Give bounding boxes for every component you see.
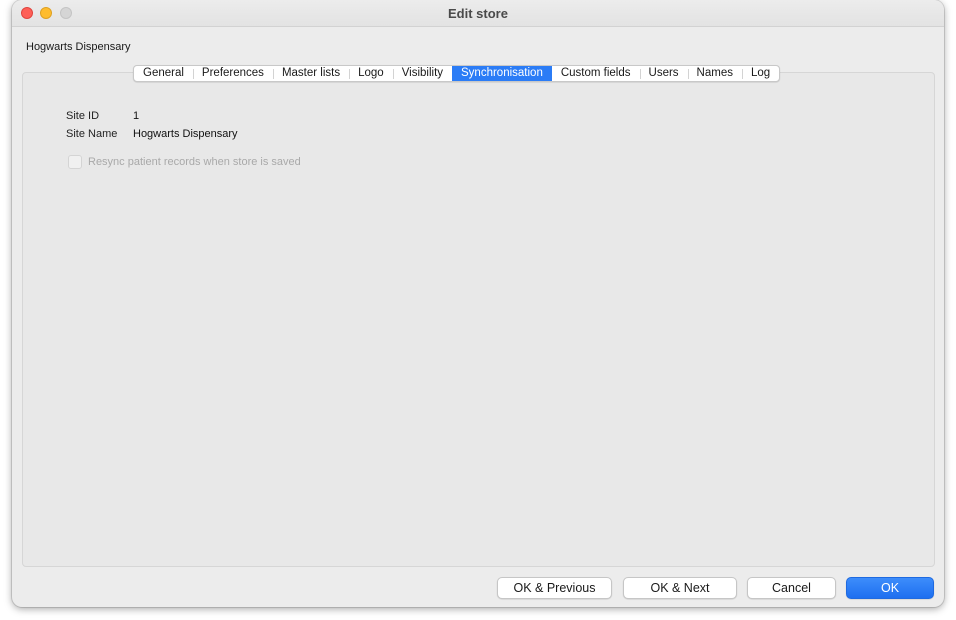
tab-users[interactable]: Users	[639, 66, 688, 81]
ok-previous-button[interactable]: OK & Previous	[497, 577, 612, 599]
tab-master-lists[interactable]: Master lists	[272, 66, 349, 81]
resync-checkbox[interactable]	[68, 155, 82, 169]
tab-logo[interactable]: Logo	[349, 66, 393, 81]
tab-preferences[interactable]: Preferences	[192, 66, 273, 81]
tab-custom-fields[interactable]: Custom fields	[552, 66, 640, 81]
tab-bar: General Preferences Master lists Logo Vi…	[133, 65, 781, 82]
tab-synchronisation[interactable]: Synchronisation	[452, 66, 552, 81]
ok-next-button[interactable]: OK & Next	[623, 577, 737, 599]
tab-log[interactable]: Log	[741, 66, 779, 81]
window-title: Edit store	[448, 6, 508, 21]
store-name-label: Hogwarts Dispensary	[26, 41, 131, 53]
tab-visibility[interactable]: Visibility	[392, 66, 452, 81]
site-id-label: Site ID	[66, 110, 100, 122]
edit-store-window: Edit store Hogwarts Dispensary Site ID 1…	[12, 0, 944, 607]
title-bar[interactable]: Edit store	[12, 0, 944, 27]
tab-content-panel: Site ID 1 Site Name Hogwarts Dispensary	[22, 72, 935, 567]
tab-general[interactable]: General	[134, 66, 193, 81]
ok-button[interactable]: OK	[846, 577, 934, 599]
cancel-button[interactable]: Cancel	[747, 577, 836, 599]
resync-checkbox-row: Resync patient records when store is sav…	[68, 155, 301, 169]
resync-checkbox-label: Resync patient records when store is sav…	[88, 156, 301, 168]
site-id-value: 1	[133, 110, 140, 122]
site-name-label: Site Name	[66, 128, 118, 140]
site-name-value: Hogwarts Dispensary	[133, 128, 238, 140]
tab-names[interactable]: Names	[687, 66, 742, 81]
